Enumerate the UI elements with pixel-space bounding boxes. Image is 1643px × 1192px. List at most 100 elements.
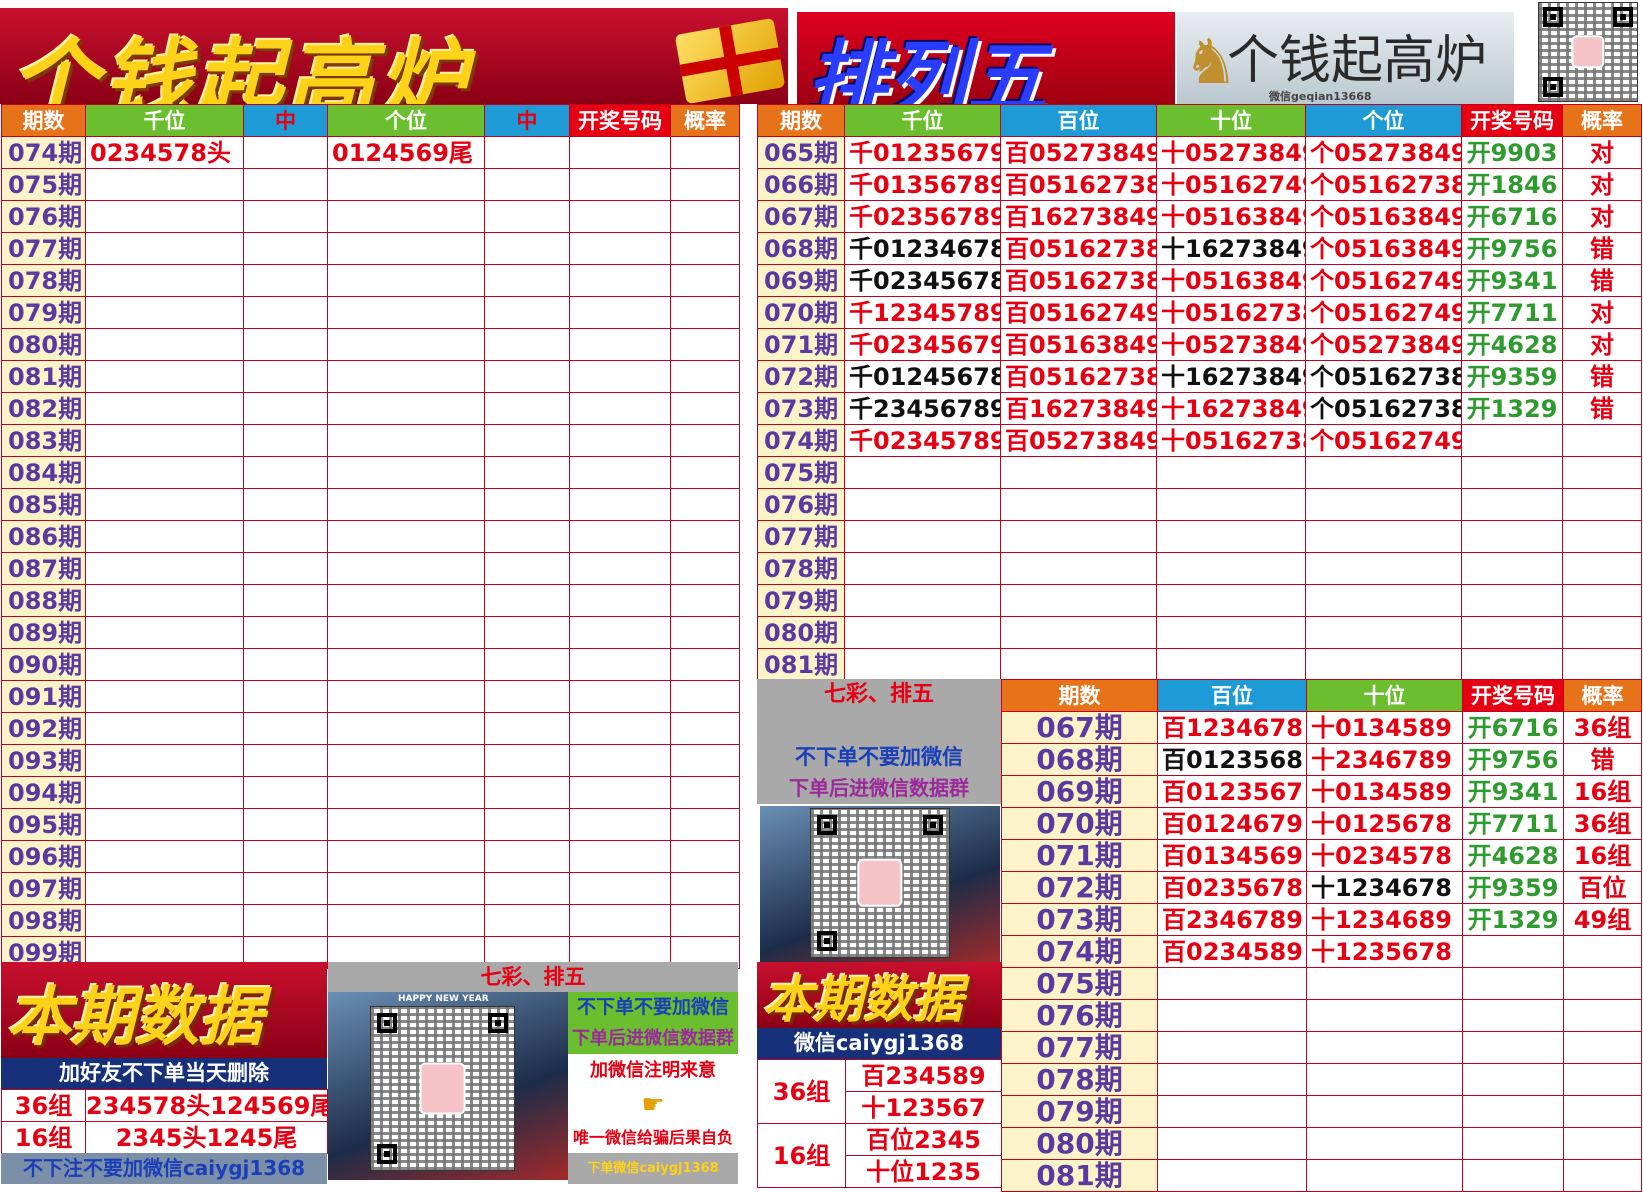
deer-icon: ♞ bbox=[1183, 25, 1239, 98]
rt-h-ge: 个位 bbox=[1305, 104, 1462, 137]
bottom-mid-card-text: HAPPY NEW YEAR bbox=[398, 994, 489, 1004]
qian-cell bbox=[85, 232, 244, 265]
zhong1-cell bbox=[243, 648, 328, 681]
qian-cell bbox=[85, 872, 244, 905]
kj-cell bbox=[1461, 552, 1563, 585]
period-cell: 081期 bbox=[1, 360, 86, 393]
table-row: 066期 千01356789 百05162738 十05162749 个05162738… bbox=[757, 168, 1642, 201]
gl-cell: 36组 bbox=[1563, 807, 1642, 840]
zhong2-cell bbox=[484, 872, 570, 905]
gl-cell bbox=[1562, 520, 1642, 553]
gl-cell bbox=[670, 168, 740, 201]
lower-right-table: 期数 百位 十位 开奖号码 概率 067期 百1234678 十0134589 开67… bbox=[1001, 679, 1642, 1192]
ge-cell: 个05162749 bbox=[1305, 424, 1462, 457]
kj-cell bbox=[1461, 520, 1563, 553]
rt-h-gl: 概率 bbox=[1562, 104, 1642, 137]
gl-cell bbox=[670, 520, 740, 553]
zhong2-cell bbox=[484, 712, 570, 745]
gl-cell bbox=[1563, 999, 1642, 1032]
table-row: 067期 千02356789 百16273849 十05163849 个05163849… bbox=[757, 200, 1642, 233]
kj-cell bbox=[569, 648, 671, 681]
zhong2-cell bbox=[484, 200, 570, 233]
gl-cell bbox=[670, 712, 740, 745]
period-cell: 097期 bbox=[1, 872, 86, 905]
lt-h-ge: 个位 bbox=[327, 104, 485, 137]
period-cell: 088期 bbox=[1, 584, 86, 617]
table-row: 081期 bbox=[1001, 1159, 1642, 1192]
zhong1-cell bbox=[243, 168, 328, 201]
ge-cell bbox=[1305, 552, 1462, 585]
ge-cell bbox=[1305, 648, 1462, 681]
period-cell: 074期 bbox=[1, 136, 86, 169]
ge-cell bbox=[327, 712, 485, 745]
zhong2-cell bbox=[484, 392, 570, 425]
zhong1-cell bbox=[243, 520, 328, 553]
gl-cell: 错 bbox=[1562, 360, 1642, 393]
shi-cell bbox=[1306, 1063, 1463, 1096]
shi-cell bbox=[1156, 488, 1306, 521]
gl-cell bbox=[670, 424, 740, 457]
qian-cell bbox=[85, 360, 244, 393]
table-row: 081期 bbox=[757, 648, 1642, 681]
gl-cell bbox=[670, 872, 740, 905]
qian-cell bbox=[85, 776, 244, 809]
br-g2-label: 16组 bbox=[757, 1123, 846, 1188]
qian-cell bbox=[85, 264, 244, 297]
table-row: 073期 千23456789 百16273849 十16273849 个05162738… bbox=[757, 392, 1642, 425]
shi-cell: 十1235678 bbox=[1306, 935, 1463, 968]
gl-cell: 49组 bbox=[1563, 903, 1642, 936]
ge-cell: 个05162749 bbox=[1305, 296, 1462, 329]
bl-r2-label: 16组 bbox=[1, 1121, 86, 1154]
ge-cell bbox=[327, 808, 485, 841]
period-cell: 075期 bbox=[1, 168, 86, 201]
gl-cell bbox=[670, 200, 740, 233]
shi-cell: 十05273849 bbox=[1156, 328, 1306, 361]
kj-cell bbox=[569, 840, 671, 873]
gl-cell bbox=[670, 648, 740, 681]
period-cell: 079期 bbox=[1, 296, 86, 329]
table-row: 070期 千12345789 百05162749 十05162738 个05162749… bbox=[757, 296, 1642, 329]
table-row: 097期 bbox=[1, 872, 740, 905]
qian-cell: 千02356789 bbox=[844, 200, 1001, 233]
ge-cell bbox=[327, 456, 485, 489]
gl-cell bbox=[670, 328, 740, 361]
period-cell: 095期 bbox=[1, 808, 86, 841]
period-cell: 092期 bbox=[1, 712, 86, 745]
ge-cell: 个05273849 bbox=[1305, 136, 1462, 169]
gl-cell bbox=[670, 456, 740, 489]
period-cell: 076期 bbox=[1001, 999, 1158, 1032]
shi-cell bbox=[1156, 520, 1306, 553]
gl-cell: 对 bbox=[1562, 168, 1642, 201]
bai-cell bbox=[1157, 1159, 1307, 1192]
ge-cell bbox=[327, 424, 485, 457]
table-row: 079期 bbox=[1001, 1095, 1642, 1128]
period-cell: 074期 bbox=[1001, 935, 1158, 968]
gl-cell bbox=[670, 840, 740, 873]
gl-cell bbox=[1563, 967, 1642, 1000]
qian-cell bbox=[85, 712, 244, 745]
gl-cell: 错 bbox=[1563, 743, 1642, 776]
shi-cell: 十2346789 bbox=[1306, 743, 1463, 776]
kj-cell: 开4628 bbox=[1462, 839, 1564, 872]
ge-cell bbox=[1305, 616, 1462, 649]
ge-cell: 个05273849 bbox=[1305, 328, 1462, 361]
qian-cell: 千01245678 bbox=[844, 360, 1001, 393]
period-cell: 080期 bbox=[1, 328, 86, 361]
gl-cell: 错 bbox=[1562, 392, 1642, 425]
table-row: 087期 bbox=[1, 552, 740, 585]
bai-cell: 百0134569 bbox=[1157, 839, 1307, 872]
gl-cell bbox=[1563, 1031, 1642, 1064]
period-cell: 067期 bbox=[757, 200, 845, 233]
table-row: 076期 bbox=[1, 200, 740, 233]
bl-r2-value: 2345头1245尾 bbox=[85, 1121, 328, 1154]
qian-cell bbox=[85, 584, 244, 617]
table-row: 075期 bbox=[1, 168, 740, 201]
shi-cell bbox=[1306, 999, 1463, 1032]
bai-cell bbox=[1000, 488, 1157, 521]
kj-cell: 开9903 bbox=[1461, 136, 1563, 169]
period-cell: 069期 bbox=[757, 264, 845, 297]
period-cell: 074期 bbox=[757, 424, 845, 457]
shi-cell bbox=[1306, 1159, 1463, 1192]
bai-cell bbox=[1157, 1031, 1307, 1064]
shi-cell: 十0134589 bbox=[1306, 711, 1463, 744]
